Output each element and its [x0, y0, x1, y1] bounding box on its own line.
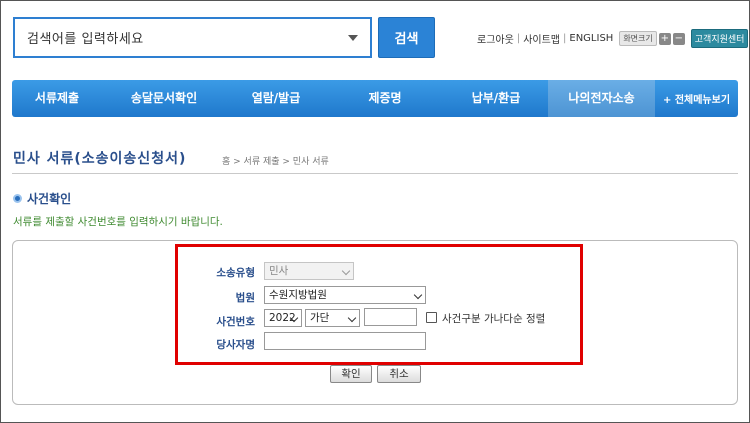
- nav-item-view[interactable]: 열람/발급: [226, 80, 326, 117]
- utility-links: 로그아웃 | 사이트맵 | ENGLISH 화면크기 + − 고객지원센터: [477, 29, 749, 48]
- nav-item-certificate[interactable]: 제증명: [326, 80, 444, 117]
- divider: [12, 173, 738, 174]
- nav-item-service[interactable]: 송달문서확인: [102, 80, 226, 117]
- bullet-icon: [13, 194, 22, 203]
- english-link[interactable]: ENGLISH: [569, 33, 613, 44]
- zoom-in-button[interactable]: +: [658, 32, 671, 45]
- search-placeholder: 검색어를 입력하세요: [27, 32, 144, 47]
- zoom-label: 화면크기: [619, 31, 657, 46]
- zoom-control: 화면크기 + −: [619, 31, 685, 46]
- help-center-button[interactable]: 고객지원센터: [690, 29, 749, 48]
- nav-item-submit[interactable]: 서류제출: [12, 80, 102, 117]
- separator: |: [516, 33, 521, 44]
- nav-item-payment[interactable]: 납부/환급: [444, 80, 548, 117]
- chevron-down-icon[interactable]: [348, 35, 358, 41]
- separator: |: [563, 33, 567, 44]
- cancel-button[interactable]: 취소: [377, 365, 421, 383]
- page-title: 민사 서류(소송이송신청서): [13, 151, 187, 167]
- confirm-button[interactable]: 확인: [330, 365, 372, 383]
- main-nav: 서류제출 송달문서확인 열람/발급 제증명 납부/환급 나의전자소송 + 전체메…: [12, 80, 738, 117]
- breadcrumb: 홈 > 서류 제출 > 민사 서류: [222, 157, 329, 167]
- zoom-out-button[interactable]: −: [672, 32, 685, 45]
- highlight-box: [175, 244, 583, 365]
- all-menu-button[interactable]: + 전체메뉴보기: [655, 91, 738, 106]
- section-title-text: 사건확인: [27, 192, 72, 206]
- section-title: 사건확인: [13, 190, 71, 207]
- logout-link[interactable]: 로그아웃: [477, 31, 514, 46]
- nav-item-my-lawsuit[interactable]: 나의전자소송: [548, 80, 655, 117]
- search-input[interactable]: 검색어를 입력하세요: [13, 17, 372, 58]
- search-button[interactable]: 검색: [378, 17, 435, 58]
- sitemap-link[interactable]: 사이트맵: [523, 31, 560, 46]
- guide-text: 서류를 제출할 사건번호를 입력하시기 바랍니다.: [13, 216, 223, 228]
